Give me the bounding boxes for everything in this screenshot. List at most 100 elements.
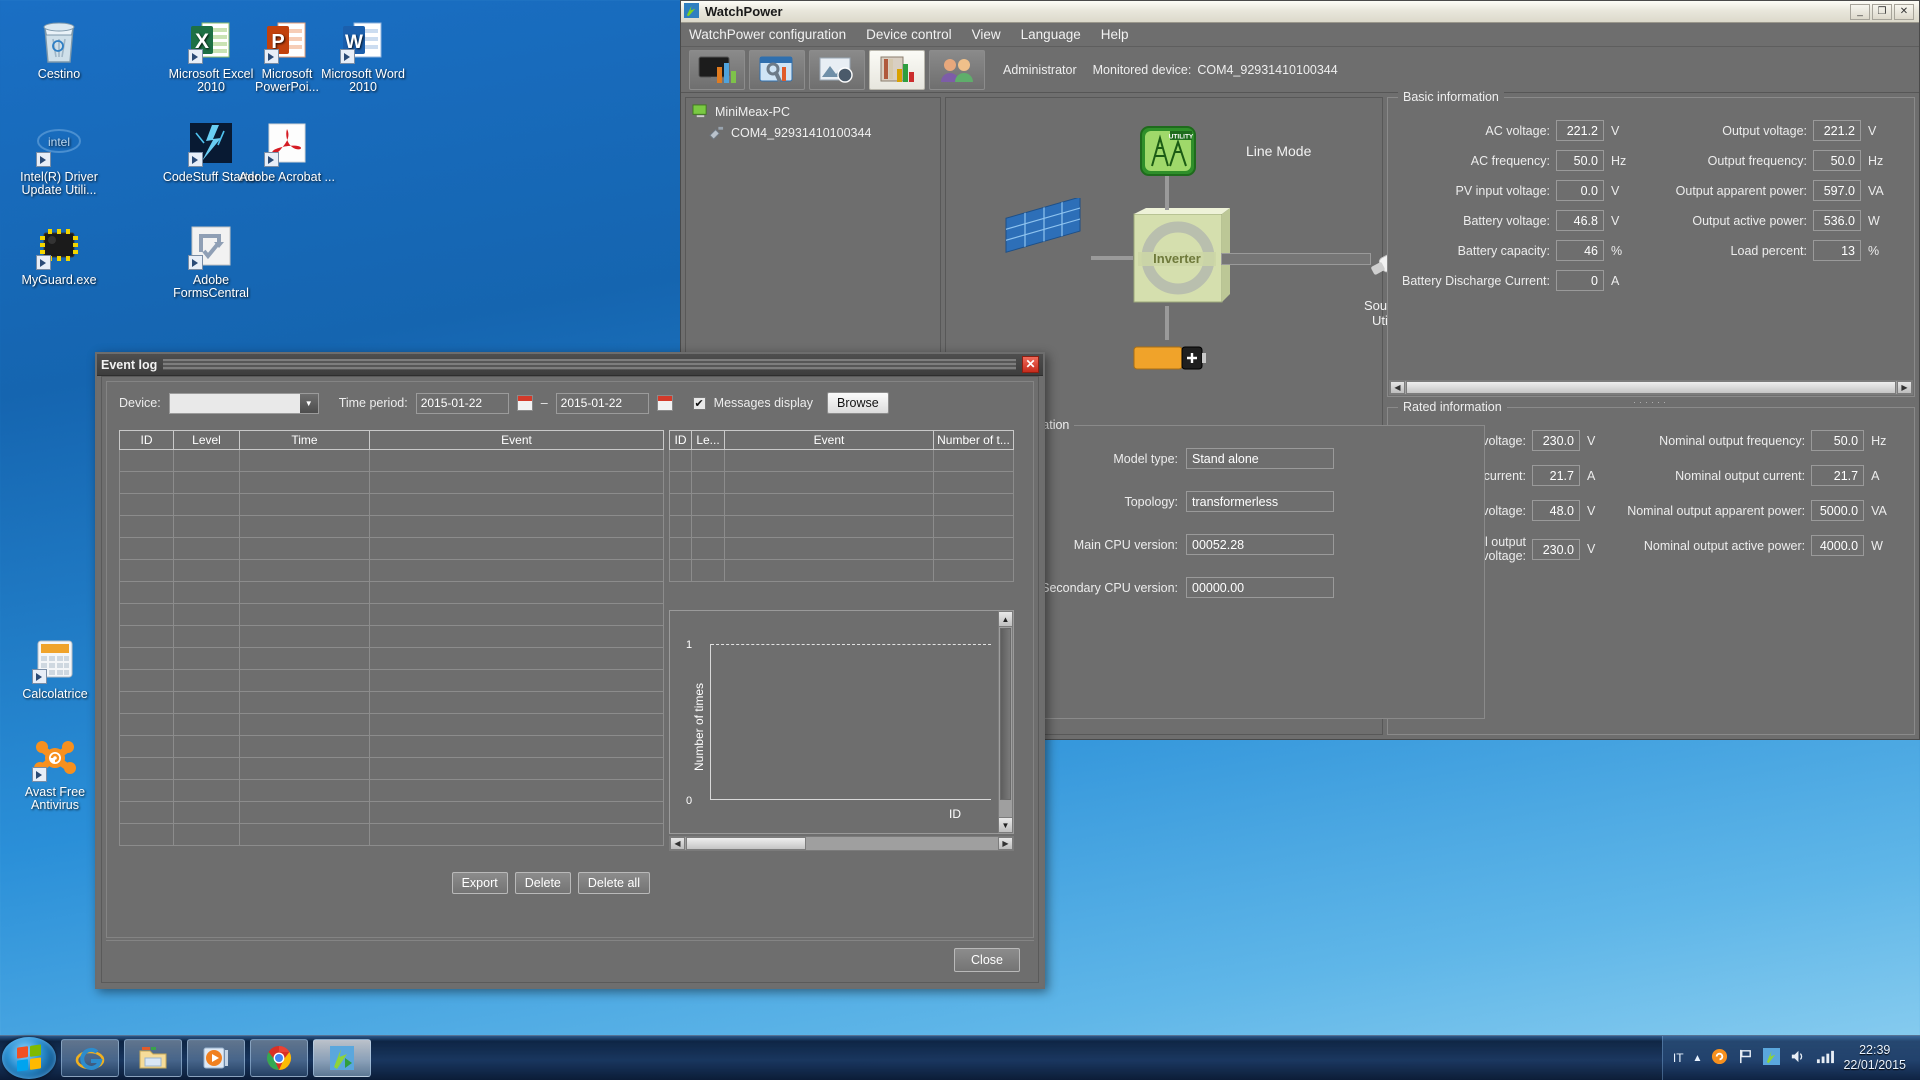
desktop-icon-myguard-exe[interactable]: MyGuard.exe xyxy=(4,218,114,287)
date-to-input[interactable]: 2015-01-22 xyxy=(555,392,649,414)
scroll-right-arrow-icon[interactable]: ▶ xyxy=(1897,381,1912,394)
menu-language[interactable]: Language xyxy=(1021,27,1081,42)
export-button[interactable]: Export xyxy=(451,872,508,894)
scroll-left-arrow-icon[interactable]: ◀ xyxy=(1390,381,1405,394)
settings-wrench-icon[interactable] xyxy=(749,49,805,90)
field-label: Output apparent power: xyxy=(1675,183,1807,198)
scroll-thumb[interactable] xyxy=(686,837,806,850)
desktop-icon-recycle-bin[interactable]: Cestino xyxy=(4,12,114,81)
volume-icon[interactable] xyxy=(1789,1048,1806,1068)
start-button[interactable] xyxy=(2,1037,56,1079)
basic-info-hscrollbar[interactable]: ◀ ▶ xyxy=(1389,380,1913,395)
maximize-button[interactable]: ❐ xyxy=(1872,3,1892,20)
column-header-level[interactable]: Level xyxy=(173,430,240,450)
watchpower-window-buttons: _ ❐ ✕ xyxy=(1850,3,1916,20)
scroll-down-arrow-icon[interactable]: ▼ xyxy=(999,817,1012,832)
utility-node-icon[interactable]: UTILITY xyxy=(1140,126,1196,179)
column-header-time[interactable]: Time xyxy=(239,430,370,450)
browse-button[interactable]: Browse xyxy=(827,392,889,414)
date-from-input[interactable]: 2015-01-22 xyxy=(415,392,509,414)
field-unit: A xyxy=(1587,468,1596,483)
column-header-level[interactable]: Le... xyxy=(691,430,725,450)
column-header-id[interactable]: ID xyxy=(669,430,692,450)
taskbar-button-windows-media-player[interactable] xyxy=(187,1039,245,1077)
avast-tray-icon[interactable] xyxy=(1711,1048,1728,1068)
connector-utility-inverter xyxy=(1165,176,1169,210)
scroll-right-arrow-icon[interactable]: ▶ xyxy=(998,837,1013,850)
intel-driver-icon: intel xyxy=(4,115,114,167)
chart-vscrollbar[interactable]: ▲ ▼ xyxy=(998,611,1013,833)
tray-language-indicator[interactable]: IT xyxy=(1673,1051,1684,1065)
desktop-icon-adobe-acrobat[interactable]: Adobe Acrobat ... xyxy=(232,115,342,184)
minimize-button[interactable]: _ xyxy=(1850,3,1870,20)
desktop-icon-microsoft-word-2010[interactable]: W Microsoft Word 2010 xyxy=(308,12,418,94)
desktop-icon-avast-free-antivirus[interactable]: Avast Free Antivirus xyxy=(0,730,110,812)
event-log-titlebar[interactable]: Event log ✕ xyxy=(97,354,1043,376)
scroll-left-arrow-icon[interactable]: ◀ xyxy=(670,837,685,850)
event-log-right-table[interactable]: ID Le... Event Number of t... xyxy=(669,430,1014,582)
word-icon: W xyxy=(308,12,418,64)
desktop-icon-calculator[interactable]: Calcolatrice xyxy=(0,632,110,701)
taskbar-button-google-chrome[interactable] xyxy=(250,1039,308,1077)
column-header-event[interactable]: Event xyxy=(724,430,934,450)
close-icon[interactable]: ✕ xyxy=(1022,356,1039,373)
event-log-left-table[interactable]: ID Level Time Event xyxy=(119,430,664,846)
action-center-flag-icon[interactable] xyxy=(1737,1048,1754,1068)
solar-panel-icon[interactable] xyxy=(1000,196,1090,263)
delete-button[interactable]: Delete xyxy=(514,872,571,894)
network-signal-icon[interactable] xyxy=(1815,1048,1835,1068)
close-button[interactable]: Close xyxy=(954,947,1020,972)
table-row xyxy=(119,823,664,846)
device-select[interactable]: ▼ xyxy=(168,392,319,414)
column-header-id[interactable]: ID xyxy=(119,430,174,450)
adobe-formscentral-icon xyxy=(156,218,266,270)
chevron-down-icon[interactable]: ▼ xyxy=(299,393,318,413)
time-period-label: Time period: xyxy=(338,396,408,410)
calendar-icon[interactable] xyxy=(516,395,533,411)
scroll-thumb[interactable] xyxy=(1000,628,1011,800)
shortcut-overlay-icon xyxy=(188,152,203,167)
clock-time: 22:39 xyxy=(1859,1043,1891,1057)
menu-device-control[interactable]: Device control xyxy=(866,27,952,42)
column-header-number-of-times[interactable]: Number of t... xyxy=(933,430,1014,450)
column-header-event[interactable]: Event xyxy=(369,430,664,450)
delete-all-button[interactable]: Delete all xyxy=(577,872,650,894)
close-button[interactable]: ✕ xyxy=(1894,3,1914,20)
clock[interactable]: 22:39 22/01/2015 xyxy=(1843,1043,1906,1073)
event-log-title-text: Event log xyxy=(101,357,158,372)
tree-node-device[interactable]: COM4_92931410100344 xyxy=(708,125,934,140)
menu-help[interactable]: Help xyxy=(1101,27,1129,42)
menu-watchpower-configuration[interactable]: WatchPower configuration xyxy=(689,27,846,42)
scroll-thumb[interactable] xyxy=(1406,381,1896,394)
field-unit: % xyxy=(1611,243,1623,258)
bar-chart-books-icon[interactable] xyxy=(869,49,925,90)
inverter-node-icon[interactable]: Inverter xyxy=(1130,208,1230,311)
field-label: Output voltage: xyxy=(1722,123,1807,138)
field-row: Battery Discharge Current: 0 A xyxy=(1398,270,1647,291)
calendar-icon[interactable] xyxy=(656,395,673,411)
watchpower-tray-icon[interactable] xyxy=(1763,1048,1781,1068)
battery-node-icon[interactable] xyxy=(1132,338,1206,381)
picture-globe-icon[interactable] xyxy=(809,49,865,90)
show-hidden-icons-arrow[interactable]: ▲ xyxy=(1693,1053,1703,1064)
watchpower-titlebar[interactable]: WatchPower _ ❐ ✕ xyxy=(681,1,1919,23)
media-player-icon xyxy=(203,1047,228,1069)
scroll-up-arrow-icon[interactable]: ▲ xyxy=(999,612,1012,627)
menu-view[interactable]: View xyxy=(972,27,1001,42)
monitor-chart-icon[interactable] xyxy=(689,49,745,90)
monitored-device-label: Monitored device: xyxy=(1092,62,1192,77)
table-row xyxy=(119,757,664,780)
field-unit: V xyxy=(1611,213,1620,228)
users-icon[interactable] xyxy=(929,49,985,90)
desktop-icon-intel-driver-update[interactable]: intel Intel(R) Driver Update Utili... xyxy=(4,115,114,197)
shortcut-overlay-icon xyxy=(36,152,51,167)
chart-hscrollbar[interactable]: ◀ ▶ xyxy=(669,836,1014,851)
taskbar-button-windows-explorer[interactable] xyxy=(124,1039,182,1077)
field-label: PV input voltage: xyxy=(1455,183,1550,198)
taskbar-button-internet-explorer[interactable] xyxy=(61,1039,119,1077)
tree-node-pc[interactable]: MiniMeax-PC xyxy=(692,104,934,119)
desktop-icon-adobe-formscentral[interactable]: Adobe FormsCentral xyxy=(156,218,266,300)
messages-display-checkbox[interactable]: ✔ xyxy=(692,396,706,410)
field-value: 597.0 xyxy=(1813,180,1861,201)
taskbar-button-watchpower[interactable] xyxy=(313,1039,371,1077)
